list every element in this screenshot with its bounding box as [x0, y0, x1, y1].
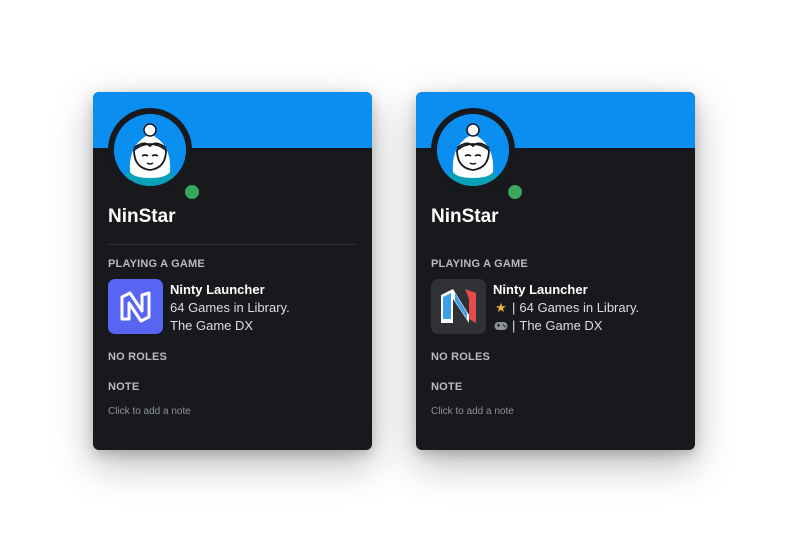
separator: | [512, 300, 516, 315]
separator: | [512, 318, 516, 333]
game-detail-line-2: The Game DX [170, 318, 254, 333]
princess-avatar-icon[interactable] [114, 114, 186, 186]
controller-icon [493, 317, 509, 335]
ninty-launcher-logo-red-icon [431, 279, 486, 334]
username[interactable]: NinStar [108, 206, 176, 228]
profile-card-left: NinStar PLAYING A GAME Ninty Launcher 64… [93, 92, 372, 450]
note-heading: NOTE [431, 381, 463, 393]
roles-heading: NO ROLES [431, 351, 491, 363]
avatar-frame [108, 108, 204, 204]
status-indicator [503, 180, 527, 204]
note-input[interactable]: Click to add a note [108, 406, 191, 417]
avatar-frame [431, 108, 527, 204]
game-title: Ninty Launcher [493, 282, 588, 297]
star-icon: ★ [495, 300, 507, 315]
roles-heading: NO ROLES [108, 351, 168, 363]
game-detail-line-2: | The Game DX [493, 317, 639, 335]
username[interactable]: NinStar [431, 206, 499, 228]
princess-avatar-icon[interactable] [437, 114, 509, 186]
note-input[interactable]: Click to add a note [431, 406, 514, 417]
game-detail-text-2: The Game DX [519, 318, 603, 333]
game-details: Ninty Launcher 64 Games in Library. The … [170, 281, 290, 335]
ninty-launcher-logo-icon [108, 279, 163, 334]
game-detail-line-1: ★ | 64 Games in Library. [493, 299, 639, 317]
status-indicator [180, 180, 204, 204]
playing-heading: PLAYING A GAME [108, 258, 205, 270]
online-status-icon [508, 185, 522, 199]
game-detail-line-1: 64 Games in Library. [170, 300, 290, 315]
playing-heading: PLAYING A GAME [431, 258, 528, 270]
game-detail-text-1: 64 Games in Library. [519, 300, 640, 315]
game-title: Ninty Launcher [170, 282, 265, 297]
game-details: Ninty Launcher ★ | 64 Games in Library. | T… [493, 281, 639, 335]
divider [108, 244, 356, 245]
profile-card-right: NinStar PLAYING A GAME Ninty Launcher ★ |… [416, 92, 695, 450]
note-heading: NOTE [108, 381, 140, 393]
online-status-icon [185, 185, 199, 199]
